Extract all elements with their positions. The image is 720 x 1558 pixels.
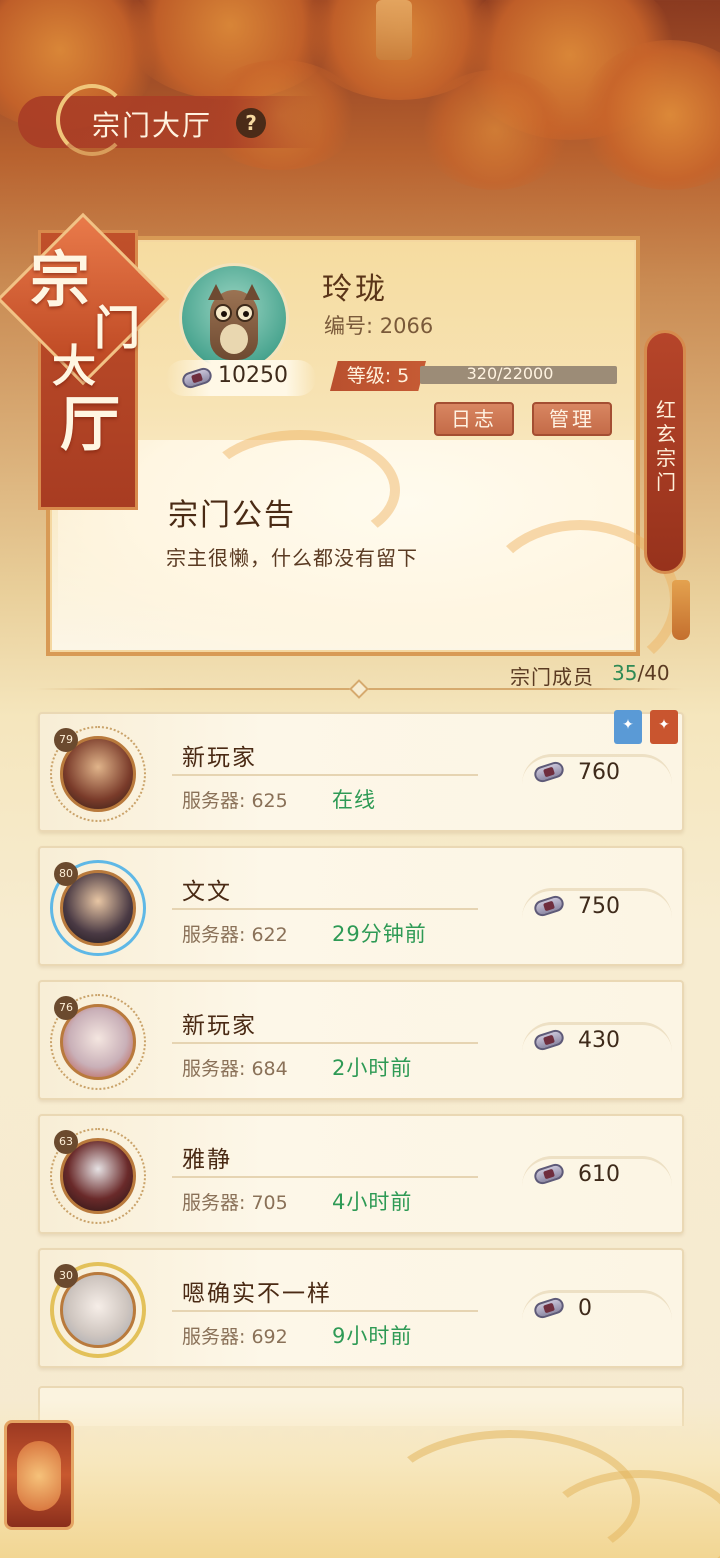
members-total-count: /40 (637, 661, 670, 685)
member-status: 29分钟前 (332, 922, 427, 946)
notice-text: 宗主很懒，什么都没有留下 (166, 546, 418, 570)
member-name: 新玩家 (182, 1013, 257, 1039)
notice-title: 宗门公告 (168, 498, 296, 533)
member-row[interactable]: 63 雅静 服务器: 705 4小时前 610 (38, 1114, 684, 1234)
red-title-tag-icon: ✦ (650, 710, 678, 744)
side-banner-text: 红 玄 宗 门 (656, 398, 676, 494)
guild-level-tag: 等级: 5 (330, 361, 426, 391)
log-button[interactable]: 日志 (434, 402, 514, 436)
member-level-badge: 30 (54, 1264, 78, 1288)
members-online-count: 35 (612, 661, 638, 685)
row-divider (172, 1310, 478, 1312)
row-divider (172, 1176, 478, 1178)
member-level-badge: 76 (54, 996, 78, 1020)
member-level-badge: 80 (54, 862, 78, 886)
scroll-token-icon (532, 758, 570, 788)
member-server: 服务器: 622 (182, 924, 288, 946)
member-row[interactable]: 80 文文 服务器: 622 29分钟前 750 (38, 846, 684, 966)
member-points: 430 (578, 1028, 620, 1053)
member-name: 嗯确实不一样 (182, 1281, 332, 1307)
guild-name: 玲珑 (322, 272, 388, 307)
member-status: 在线 (332, 788, 376, 812)
blue-title-tag-icon: ✦ (614, 710, 642, 744)
banner-char: 门 (94, 301, 140, 355)
member-server: 服务器: 684 (182, 1058, 288, 1080)
member-level-badge: 79 (54, 728, 78, 752)
guild-funds-value: 10250 (218, 363, 288, 388)
manage-button[interactable]: 管理 (532, 402, 612, 436)
scroll-token-icon (532, 1294, 570, 1324)
guild-id: 编号: 2066 (324, 314, 434, 338)
tassel-ornament (672, 580, 690, 640)
member-server: 服务器: 625 (182, 790, 288, 812)
member-points: 610 (578, 1162, 620, 1187)
member-points: 0 (578, 1296, 592, 1321)
lantern-menu-button[interactable] (4, 1420, 74, 1530)
member-name: 新玩家 (182, 745, 257, 771)
help-button[interactable]: ? (236, 108, 266, 138)
member-status: 4小时前 (332, 1190, 413, 1214)
side-banner-char: 宗 (656, 446, 676, 470)
member-status: 2小时前 (332, 1056, 413, 1080)
side-banner-char: 玄 (656, 422, 676, 446)
page-title: 宗门大厅 (92, 109, 213, 142)
banner-char: 厅 (60, 390, 120, 460)
row-divider (172, 774, 478, 776)
member-name: 文文 (182, 879, 232, 905)
member-points: 750 (578, 894, 620, 919)
scroll-token-icon (180, 364, 218, 394)
guild-xp-text: 320/22000 (466, 364, 554, 383)
banner-char: 宗 (30, 246, 90, 316)
scroll-token-icon (532, 1160, 570, 1190)
row-divider (172, 1042, 478, 1044)
member-server: 服务器: 705 (182, 1192, 288, 1214)
row-divider (172, 908, 478, 910)
member-name: 雅静 (182, 1147, 232, 1173)
scroll-token-icon (532, 892, 570, 922)
member-points: 760 (578, 760, 620, 785)
side-banner-char: 红 (656, 398, 676, 422)
side-banner-char: 门 (656, 470, 676, 494)
member-status: 9小时前 (332, 1324, 413, 1348)
divider-gem-ornament (349, 679, 369, 699)
members-count: 35/40 (612, 661, 670, 685)
scroll-token-icon (532, 1026, 570, 1056)
hanging-lantern-icon (376, 0, 412, 60)
members-label: 宗门成员 (510, 665, 594, 689)
guild-avatar[interactable] (182, 266, 286, 370)
member-level-badge: 63 (54, 1130, 78, 1154)
member-row[interactable]: 30 嗯确实不一样 服务器: 692 9小时前 0 (38, 1248, 684, 1368)
member-row[interactable]: 79 新玩家 服务器: 625 在线 760 (38, 712, 684, 832)
member-row[interactable]: 76 新玩家 服务器: 684 2小时前 430 (38, 980, 684, 1100)
member-server: 服务器: 692 (182, 1326, 288, 1348)
